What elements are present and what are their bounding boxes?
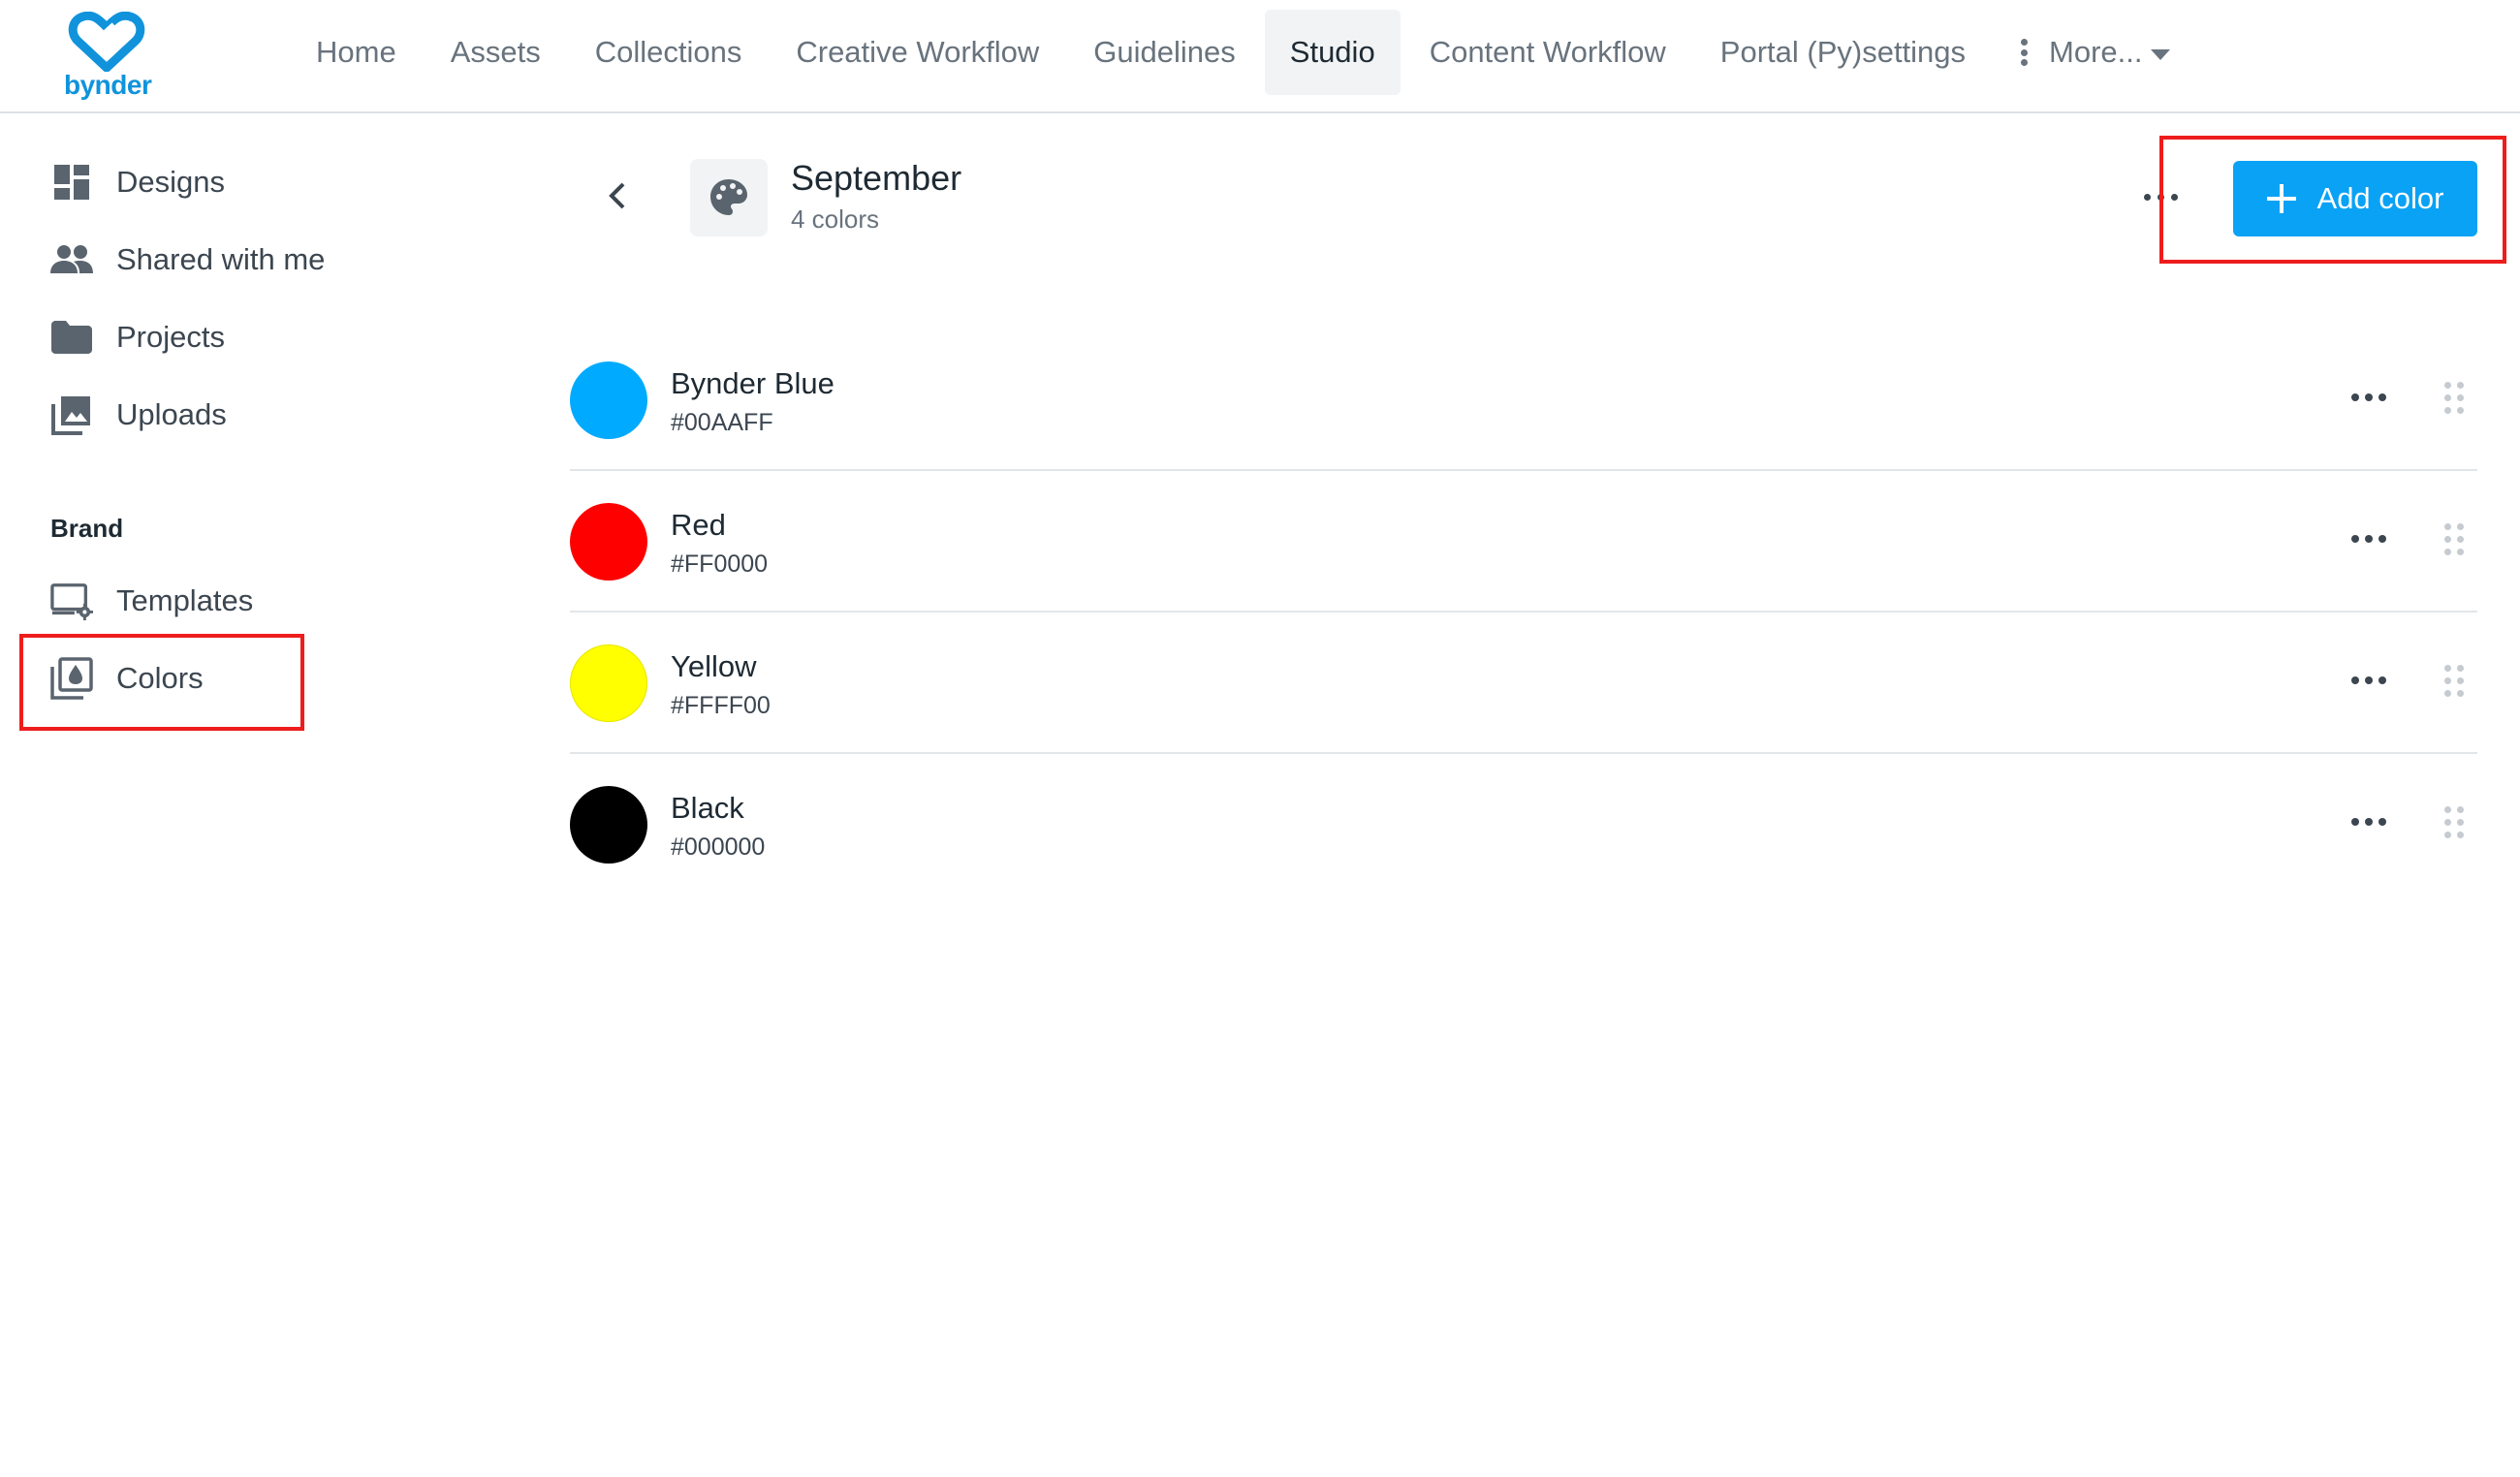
sidebar-item-designs[interactable]: Designs	[50, 153, 225, 211]
more-options-icon[interactable]	[2351, 818, 2386, 826]
more-options-icon[interactable]	[2351, 535, 2386, 543]
nav-studio[interactable]: Studio	[1264, 10, 1401, 95]
color-row[interactable]: Bynder Blue #00AAFF	[570, 330, 2477, 471]
vertical-dots-icon	[2020, 39, 2028, 66]
color-name: Black	[671, 791, 744, 825]
color-swatch	[570, 503, 647, 581]
monitor-gear-icon	[50, 580, 93, 622]
main-nav: Home Assets Collections Creative Workflo…	[291, 10, 2199, 95]
color-swatch	[570, 361, 647, 439]
collection-color-count: 4 colors	[791, 204, 880, 234]
caret-down-icon	[2150, 48, 2170, 60]
sidebar-item-label: Templates	[116, 583, 254, 617]
bynder-wordmark: bynder	[64, 70, 152, 100]
drag-handle-icon[interactable]	[2444, 665, 2464, 698]
color-swatch	[570, 786, 647, 864]
color-row[interactable]: Black #000000	[570, 754, 2477, 896]
chevron-left-icon	[609, 182, 625, 209]
color-name: Yellow	[671, 649, 757, 683]
palette-icon-tile	[690, 159, 768, 236]
bynder-logo-icon	[68, 12, 145, 72]
folder-icon	[50, 316, 93, 359]
back-button[interactable]	[596, 174, 639, 217]
nav-assets[interactable]: Assets	[425, 10, 566, 95]
dashboard-icon	[50, 161, 93, 204]
sidebar-item-label: Shared with me	[116, 242, 326, 276]
nav-more-menu[interactable]: More...	[1995, 10, 2194, 95]
color-hex: #000000	[671, 833, 766, 861]
sidebar-item-uploads[interactable]: Uploads	[50, 386, 227, 444]
highlight-box-add-color	[2159, 136, 2506, 264]
color-name: Bynder Blue	[671, 366, 835, 400]
palette-icon	[710, 179, 747, 215]
sidebar-item-label: Designs	[116, 165, 225, 199]
color-row[interactable]: Yellow #FFFF00	[570, 613, 2477, 754]
sidebar-item-label: Uploads	[116, 397, 227, 431]
people-icon	[50, 238, 93, 281]
sidebar-brand-heading: Brand	[50, 514, 124, 543]
nav-collections[interactable]: Collections	[570, 10, 768, 95]
sidebar-item-shared-with-me[interactable]: Shared with me	[50, 231, 325, 289]
top-navigation-bar: bynder Home Assets Collections Creative …	[0, 0, 2520, 113]
color-swatch	[570, 644, 647, 722]
drag-handle-icon[interactable]	[2444, 806, 2464, 839]
highlight-box-colors	[19, 634, 304, 731]
color-row[interactable]: Red #FF0000	[570, 471, 2477, 613]
collection-title: September	[791, 158, 962, 198]
sidebar-item-label: Projects	[116, 320, 225, 354]
nav-guidelines[interactable]: Guidelines	[1068, 10, 1260, 95]
nav-more-label: More...	[2049, 35, 2143, 69]
nav-creative-workflow[interactable]: Creative Workflow	[771, 10, 1064, 95]
drag-handle-icon[interactable]	[2444, 523, 2464, 556]
color-hex: #00AAFF	[671, 409, 773, 436]
color-hex: #FF0000	[671, 550, 769, 578]
more-options-icon[interactable]	[2351, 393, 2386, 401]
image-stack-icon	[50, 393, 93, 436]
color-name: Red	[671, 508, 726, 542]
nav-portal-settings[interactable]: Portal (Py)settings	[1695, 10, 1991, 95]
sidebar-item-projects[interactable]: Projects	[50, 308, 225, 366]
sidebar-item-templates[interactable]: Templates	[50, 572, 253, 630]
nav-home[interactable]: Home	[291, 10, 422, 95]
drag-handle-icon[interactable]	[2444, 382, 2464, 415]
nav-content-workflow[interactable]: Content Workflow	[1404, 10, 1691, 95]
bynder-logo[interactable]: bynder	[64, 12, 152, 100]
color-hex: #FFFF00	[671, 692, 771, 719]
more-options-icon[interactable]	[2351, 676, 2386, 684]
